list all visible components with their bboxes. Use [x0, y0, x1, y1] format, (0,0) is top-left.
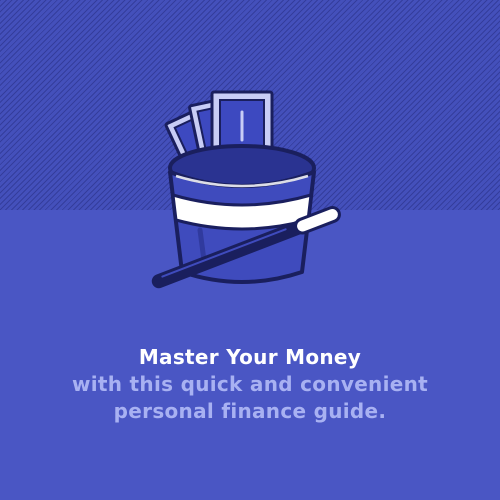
subline-line-1: with this quick and convenient — [71, 372, 429, 396]
magic-hat-illustration: $ — [151, 90, 341, 289]
subline-line-2: personal finance guide. — [113, 399, 387, 423]
caption-block: Master Your Money with this quick and co… — [0, 344, 500, 425]
headline: Master Your Money — [138, 345, 362, 369]
